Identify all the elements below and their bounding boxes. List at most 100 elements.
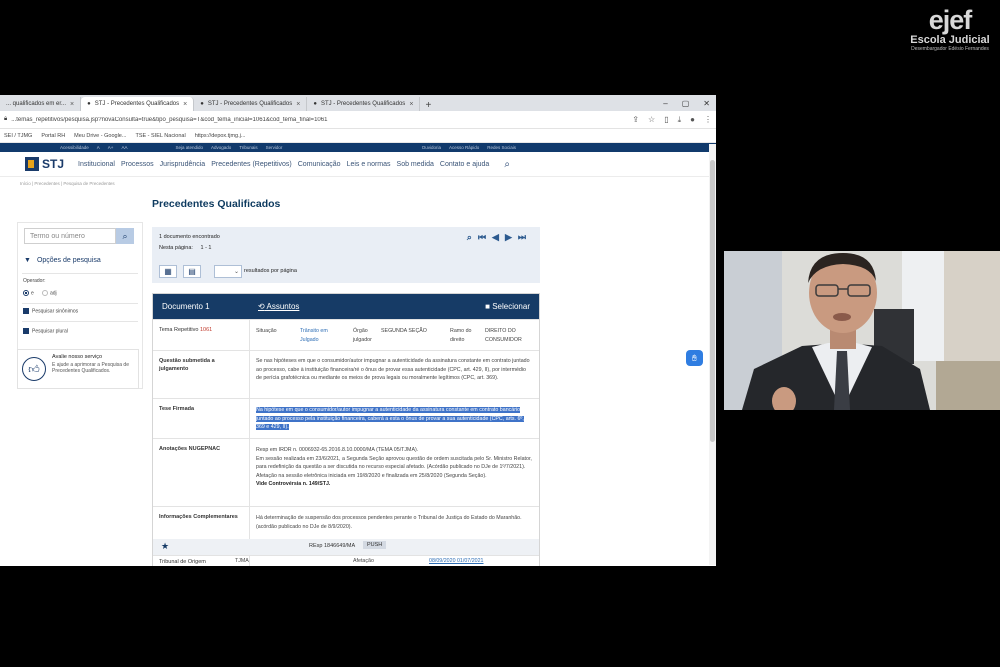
- gov-link[interactable]: Acessibilidade: [60, 145, 89, 150]
- tema-label-text: Tema Repetitivo: [159, 327, 199, 333]
- document-card: Documento 1 ⟲ Assuntos ■ Selecionar Tema…: [152, 293, 540, 566]
- nav-item[interactable]: Sob medida: [397, 161, 434, 168]
- questao-label: Questão submetida a julgamento: [159, 358, 215, 372]
- rate-title: Avalie nosso serviço: [52, 354, 103, 360]
- nav-item[interactable]: Leis e normas: [347, 161, 391, 168]
- afetacao-value[interactable]: 08/09/2020 01/07/2021: [429, 557, 529, 566]
- close-icon[interactable]: ×: [183, 101, 187, 108]
- checkbox-checked-icon: [23, 328, 29, 334]
- search-input[interactable]: Termo ou número: [24, 228, 116, 244]
- select-checkbox[interactable]: ■ Selecionar: [485, 302, 530, 311]
- url-field[interactable]: ...temas_repetitivos/pesquisa.jsp?novaCo…: [11, 117, 628, 123]
- window-controls: – ▢ ✕: [663, 99, 716, 108]
- operator-adj-radio[interactable]: adj: [42, 290, 57, 296]
- ramo-value: DIREITO DO CONSUMIDOR: [485, 328, 522, 343]
- tese-text-selected: Na hipótese em que o consumidor/autor im…: [256, 407, 524, 430]
- gov-link[interactable]: Advogado: [211, 145, 231, 150]
- new-tab-button[interactable]: +: [420, 100, 436, 111]
- page-scrollbar[interactable]: [709, 144, 716, 565]
- gov-link[interactable]: A+: [108, 145, 114, 150]
- nav-item[interactable]: Jurisprudência: [160, 161, 206, 168]
- plural-checkbox[interactable]: Pesquisar plural: [23, 328, 68, 334]
- bookmark-item[interactable]: TSE - SIEL Nacional: [135, 133, 185, 139]
- search-icon[interactable]: ⌕: [467, 232, 472, 243]
- search-icon[interactable]: ⌕: [504, 159, 510, 170]
- search-options-title: Opções de pesquisa: [36, 257, 101, 264]
- last-page-icon[interactable]: ⏭: [518, 232, 526, 243]
- gov-link[interactable]: AA: [121, 145, 127, 150]
- search-button[interactable]: ⌕: [116, 228, 134, 244]
- bookmark-item[interactable]: Portal RH: [41, 133, 65, 139]
- bookmark-item[interactable]: https://depox.tjmg.j...: [195, 133, 246, 139]
- star-icon[interactable]: ☆: [648, 115, 655, 125]
- ejef-logo-name: Escola Judicial: [910, 34, 990, 46]
- list-view-button[interactable]: ▦: [159, 265, 177, 278]
- checkbox-label: Pesquisar sinônimos: [32, 308, 79, 315]
- profile-avatar[interactable]: ●: [690, 115, 695, 125]
- browser-tab-1[interactable]: ● STJ - Precedentes Qualificados ×: [81, 97, 195, 111]
- stj-logo[interactable]: STJ: [25, 157, 64, 171]
- breadcrumb: Início | Precedentes | Pesquisa de Prece…: [20, 181, 115, 186]
- origem-label: Tribunal de Origem: [159, 559, 206, 565]
- close-icon[interactable]: ×: [409, 101, 413, 108]
- situacao-value[interactable]: Trânsito em Julgado: [300, 327, 340, 344]
- nav-item[interactable]: Processos: [121, 161, 154, 168]
- anotacao-line: Em sessão realizada em 23/6/2021, a Segu…: [256, 455, 532, 471]
- maximize-icon[interactable]: ▢: [682, 99, 690, 108]
- gov-link[interactable]: Redes Sociais: [487, 145, 516, 150]
- refresh-icon: ⟲: [258, 302, 265, 311]
- nav-item[interactable]: Comunicação: [298, 161, 341, 168]
- gov-link[interactable]: Tribunais: [239, 145, 257, 150]
- download-icon[interactable]: ⤓: [678, 115, 682, 125]
- search-options-toggle[interactable]: ▼ Opções de pesquisa: [24, 257, 101, 264]
- rate-service-card[interactable]: 👍︎ Avalie nosso serviço E ajude a aprimo…: [17, 349, 139, 389]
- bookmark-item[interactable]: Meu Drive - Google...: [74, 133, 126, 139]
- push-badge[interactable]: PUSH: [363, 541, 387, 549]
- prev-page-icon[interactable]: ◀: [492, 232, 499, 243]
- star-icon[interactable]: ★: [161, 541, 169, 552]
- resp-label[interactable]: REsp 1846649/MA: [309, 543, 355, 549]
- nav-item[interactable]: Precedentes (Repetitivos): [211, 161, 292, 168]
- first-page-icon[interactable]: ⏮: [478, 232, 486, 243]
- radio-label: adj: [50, 290, 57, 297]
- presenter-webcam: [724, 251, 1000, 410]
- situacao-label: Situação: [256, 328, 277, 334]
- sidebar-icon[interactable]: ▯: [664, 115, 668, 125]
- resp-row: ★ REsp 1846649/MA PUSH: [153, 539, 539, 555]
- info-label: Informações Complementares: [159, 514, 238, 520]
- gov-link[interactable]: Acesso Rápido: [449, 145, 479, 150]
- close-icon[interactable]: ×: [296, 101, 300, 108]
- accessibility-button[interactable]: ✋︎: [686, 350, 703, 366]
- close-icon[interactable]: ×: [70, 101, 74, 108]
- presenter-video-frame: [724, 251, 1000, 410]
- operator-e-radio[interactable]: e: [23, 290, 34, 296]
- ejef-logo: ejef Escola Judicial Desembargador Edési…: [910, 6, 990, 53]
- gov-top-bar: Acessibilidade A A+ AA Seja atendido Adv…: [0, 143, 716, 152]
- bookmark-item[interactable]: SEI / TJMG: [4, 133, 32, 139]
- gov-link[interactable]: Servidor: [266, 145, 283, 150]
- stj-favicon-icon: ●: [200, 101, 204, 107]
- assuntos-link[interactable]: ⟲ Assuntos: [258, 302, 299, 311]
- questao-row: Questão submetida a julgamento Se nas hi…: [153, 350, 539, 399]
- gov-link[interactable]: Seja atendido: [175, 145, 203, 150]
- per-page-select[interactable]: ⌄: [214, 265, 242, 278]
- share-icon[interactable]: ⇪: [632, 115, 639, 125]
- gov-link[interactable]: A: [97, 145, 100, 150]
- gov-link[interactable]: Ouvidoria: [422, 145, 441, 150]
- browser-tab-3[interactable]: ● STJ - Precedentes Qualificados ×: [307, 97, 421, 111]
- card-view-button[interactable]: ▤: [183, 265, 201, 278]
- nav-item[interactable]: Contato e ajuda: [440, 161, 489, 168]
- close-window-icon[interactable]: ✕: [703, 99, 710, 108]
- menu-icon[interactable]: ⋮: [704, 115, 712, 125]
- browser-tab-2[interactable]: ● STJ - Precedentes Qualificados ×: [194, 97, 308, 111]
- anotacao-line[interactable]: Vide Controvérsia n. 149/STJ.: [256, 480, 532, 489]
- main-nav: Institucional Processos Jurisprudência P…: [78, 161, 489, 168]
- tema-number: 1061: [199, 327, 213, 333]
- next-page-icon[interactable]: ▶: [505, 232, 512, 243]
- scrollbar-thumb[interactable]: [710, 160, 715, 442]
- stj-favicon-icon: ●: [313, 101, 317, 107]
- nav-item[interactable]: Institucional: [78, 161, 115, 168]
- minimize-icon[interactable]: –: [663, 99, 667, 108]
- browser-tab-0[interactable]: ... qualificados em er... ×: [0, 97, 82, 111]
- synonyms-checkbox[interactable]: Pesquisar sinônimos: [23, 308, 78, 314]
